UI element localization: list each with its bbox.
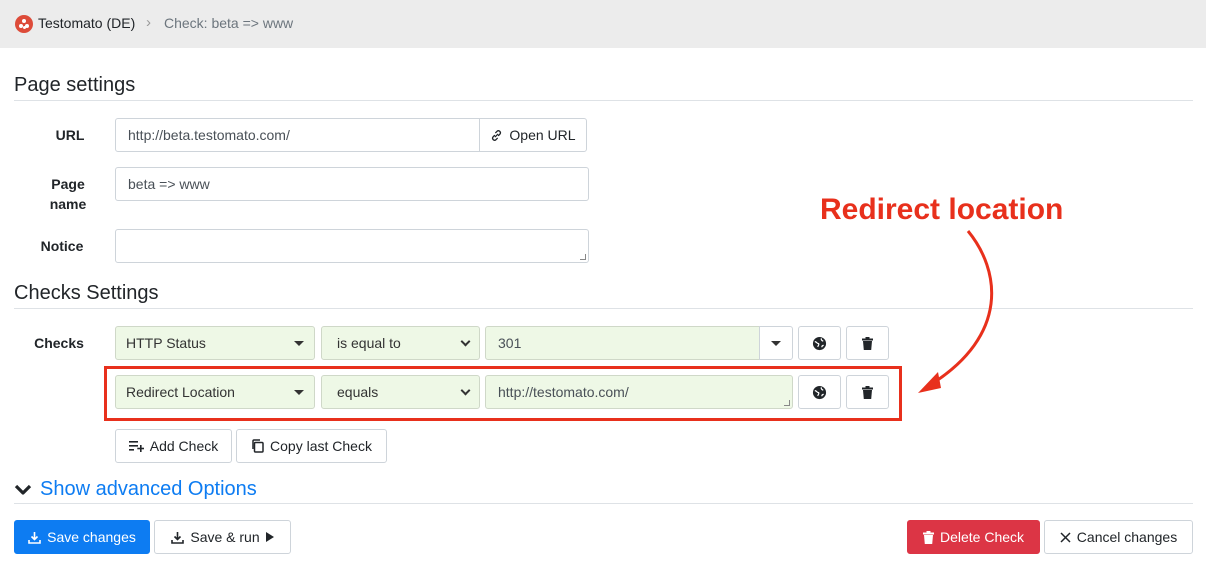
cancel-changes-label: Cancel changes [1076, 529, 1178, 545]
annotation-arrow-icon [900, 225, 1010, 400]
check-type-value: HTTP Status [126, 335, 206, 351]
close-icon [1060, 531, 1071, 543]
add-check-label: Add Check [149, 438, 219, 454]
save-and-run-label: Save & run [190, 529, 260, 545]
delete-check-button[interactable]: Delete Check [907, 520, 1040, 554]
page-name-value: beta => www [128, 176, 210, 192]
notice-label: Notice [40, 238, 84, 254]
divider [14, 308, 1193, 309]
copy-last-check-button[interactable]: Copy last Check [236, 429, 387, 463]
check-value-input[interactable]: 301 [485, 326, 760, 360]
copy-icon [251, 439, 264, 453]
link-icon [490, 129, 503, 142]
breadcrumb-current: Check: beta => www [164, 15, 294, 31]
globe-button[interactable] [798, 326, 841, 360]
globe-icon [812, 336, 827, 351]
play-icon [265, 532, 274, 542]
testomato-logo-icon [15, 15, 33, 33]
save-and-run-button[interactable]: Save & run [154, 520, 291, 554]
annotation-text: Redirect location [820, 193, 1064, 226]
url-input[interactable]: http://beta.testomato.com/ [115, 118, 480, 152]
caret-down-icon [771, 340, 781, 346]
trash-icon [922, 530, 934, 544]
url-input-value: http://beta.testomato.com/ [128, 127, 290, 143]
delete-check-row-button[interactable] [846, 326, 889, 360]
show-advanced-options-toggle[interactable]: Show advanced Options [14, 478, 257, 501]
caret-down-icon [294, 340, 304, 346]
value-dropdown-button[interactable] [759, 326, 793, 360]
breadcrumb-home[interactable]: Testomato (DE) [38, 15, 135, 31]
copy-last-check-label: Copy last Check [270, 438, 372, 454]
page-name-label: Page [51, 176, 85, 192]
open-url-button[interactable]: Open URL [479, 118, 587, 152]
cancel-changes-button[interactable]: Cancel changes [1044, 520, 1193, 554]
resize-handle[interactable] [580, 254, 586, 260]
show-advanced-options-label: Show advanced Options [40, 478, 257, 500]
open-url-label: Open URL [509, 127, 576, 143]
add-list-icon [128, 440, 144, 452]
breadcrumb-separator: › [146, 14, 151, 31]
divider [14, 100, 1193, 101]
delete-check-label: Delete Check [939, 529, 1025, 545]
divider [14, 503, 1193, 504]
page-name-label-line2: name [49, 196, 87, 212]
chevron-down-icon [14, 484, 32, 496]
annotation-highlight-box [104, 366, 902, 421]
chevron-down-icon [460, 336, 471, 346]
download-icon [28, 531, 41, 544]
checks-settings-title: Checks Settings [14, 282, 159, 304]
trash-icon [862, 336, 873, 350]
check-operator-value: is equal to [337, 335, 401, 351]
page-settings-title: Page settings [14, 74, 136, 96]
checks-label: Checks [34, 335, 84, 351]
notice-textarea[interactable] [115, 229, 589, 263]
save-changes-button[interactable]: Save changes [14, 520, 150, 554]
save-changes-label: Save changes [47, 529, 136, 545]
url-label: URL [55, 127, 85, 143]
download-icon [171, 531, 185, 544]
page-name-input[interactable]: beta => www [115, 167, 589, 201]
breadcrumb-bar: Testomato (DE) › Check: beta => www [0, 0, 1206, 48]
check-type-select[interactable]: HTTP Status [115, 326, 315, 360]
add-check-button[interactable]: Add Check [115, 429, 232, 463]
check-operator-select[interactable]: is equal to [321, 326, 480, 360]
check-value: 301 [498, 335, 522, 351]
